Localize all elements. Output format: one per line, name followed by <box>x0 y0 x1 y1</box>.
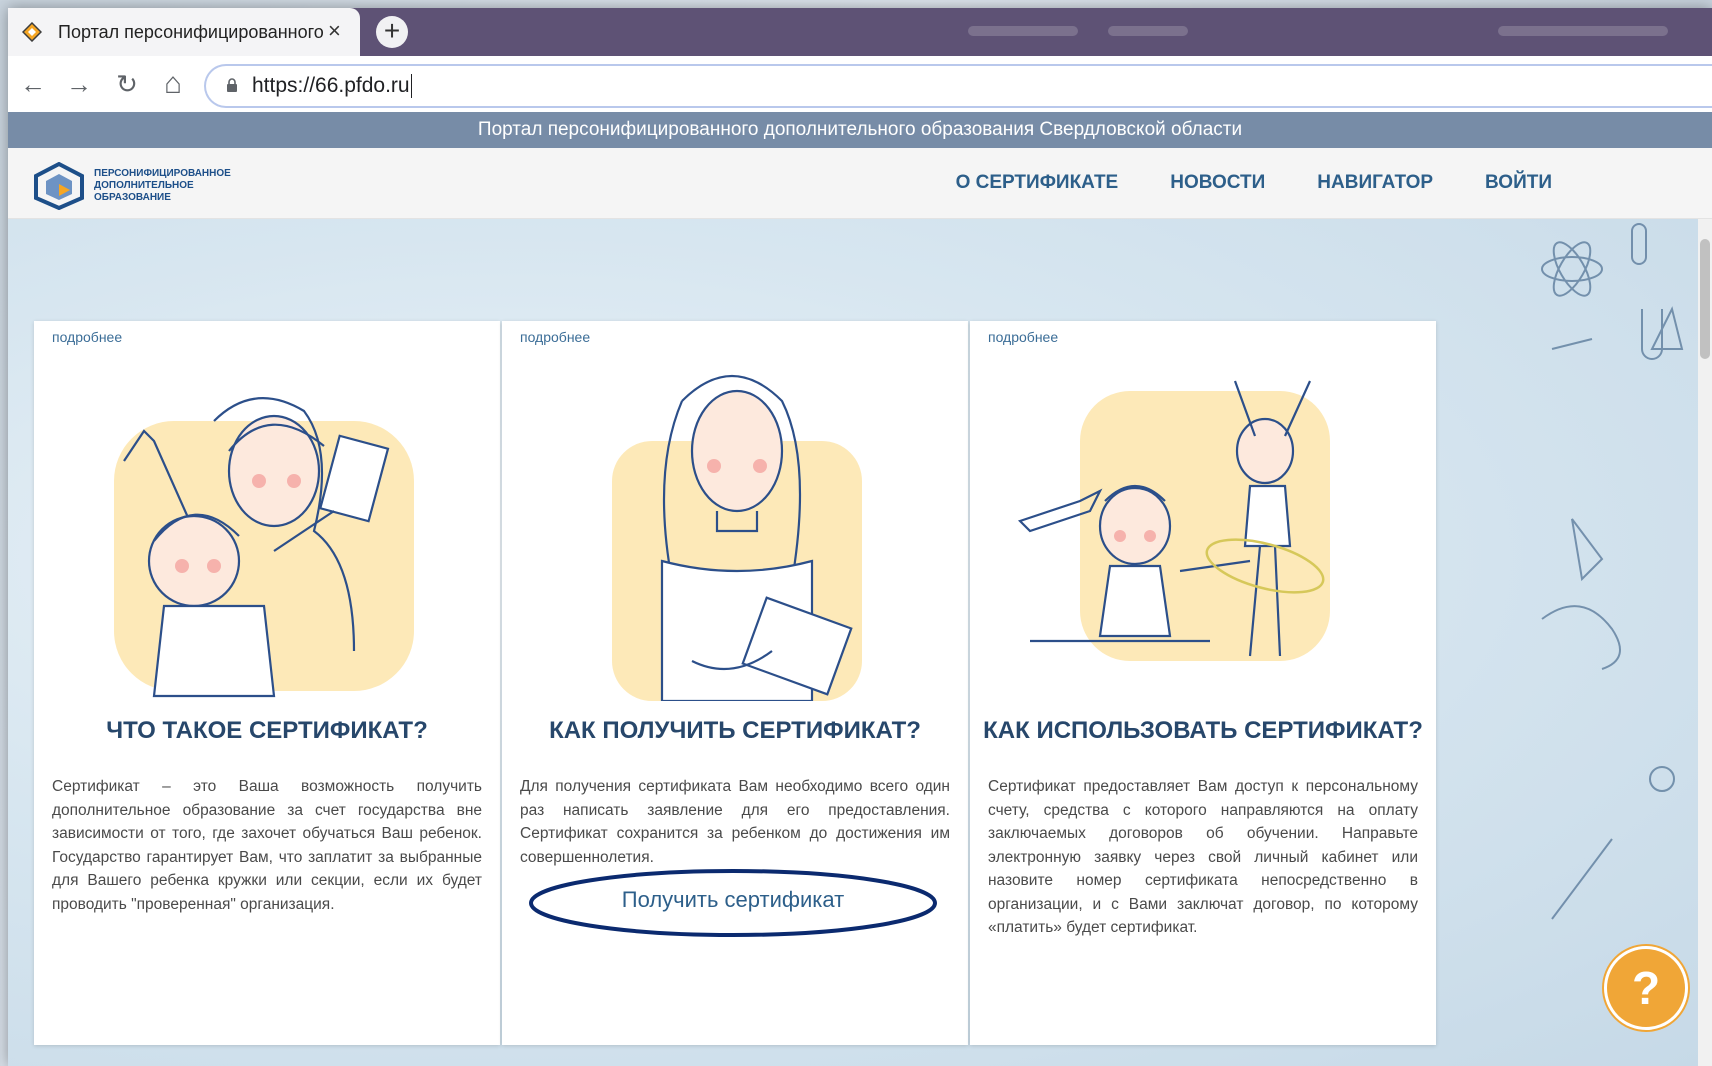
nav-news[interactable]: НОВОСТИ <box>1170 172 1265 194</box>
more-link[interactable]: подробнее <box>988 329 1058 345</box>
url-text[interactable]: https://66.pfdo.ru <box>252 74 412 98</box>
site-header: ПЕРСОНИФИЦИРОВАННОЕ ДОПОЛНИТЕЛЬНОЕ ОБРАЗ… <box>8 148 1712 219</box>
lock-icon <box>227 78 237 92</box>
science-doodles-decoration <box>1541 223 1684 1000</box>
more-link[interactable]: подробнее <box>52 329 122 345</box>
help-button[interactable]: ? <box>1604 946 1688 1030</box>
card-title: ЧТО ТАКОЕ СЕРТИФИКАТ? <box>106 717 428 744</box>
logo-emblem-icon <box>34 161 84 211</box>
nav-login[interactable]: ВОЙТИ <box>1485 172 1552 194</box>
logo-text: ПЕРСОНИФИЦИРОВАННОЕ ДОПОЛНИТЕЛЬНОЕ ОБРАЗ… <box>94 168 231 204</box>
browser-window: Портал персонифицированного × + ← → ↻ ⌂ … <box>8 8 1712 1066</box>
blurred-tab-strip-text <box>1108 26 1188 36</box>
main-nav: О СЕРТИФИКАТЕ НОВОСТИ НАВИГАТОР ВОЙТИ <box>956 172 1552 194</box>
card-text: Сертификат – это Ваша возможность получи… <box>52 778 482 913</box>
woman-writing-illustration <box>612 374 862 701</box>
scrollbar-thumb[interactable] <box>1700 239 1710 359</box>
get-certificate-button[interactable]: Получить сертификат <box>527 867 939 939</box>
get-certificate-label[interactable]: Получить сертификат <box>527 887 939 913</box>
site-logo[interactable]: ПЕРСОНИФИЦИРОВАННОЕ ДОПОЛНИТЕЛЬНОЕ ОБРАЗ… <box>32 161 282 211</box>
card-text: Для получения сертификата Вам необходимо… <box>520 778 950 866</box>
logo-line: ПЕРСОНИФИЦИРОВАННОЕ <box>94 168 231 179</box>
page-scrollbar[interactable] <box>1698 219 1712 1066</box>
children-hobbies-illustration <box>1017 380 1330 661</box>
browser-toolbar: ← → ↻ ⌂ https://66.pfdo.ru <box>8 56 1712 158</box>
reload-icon[interactable]: ↻ <box>112 70 142 100</box>
site-banner: Портал персонифицированного дополнительн… <box>8 112 1712 148</box>
close-tab-icon[interactable]: × <box>328 18 341 44</box>
tab-strip: Портал персонифицированного × + <box>8 8 1712 56</box>
page-content: подробнее ЧТО ТАКОЕ СЕРТИФИКАТ? Сертифик… <box>8 219 1712 1066</box>
back-icon[interactable]: ← <box>18 70 48 100</box>
card-title: КАК ПОЛУЧИТЬ СЕРТИФИКАТ? <box>549 717 921 744</box>
address-bar[interactable]: https://66.pfdo.ru <box>204 64 1712 108</box>
tab-title: Портал персонифицированного <box>58 22 324 42</box>
card-what-is-certificate: подробнее ЧТО ТАКОЕ СЕРТИФИКАТ? Сертифик… <box>34 321 500 1045</box>
logo-line: ДОПОЛНИТЕЛЬНОЕ <box>94 180 194 191</box>
forward-icon[interactable]: → <box>64 70 94 100</box>
nav-navigator[interactable]: НАВИГАТОР <box>1317 172 1433 194</box>
site-favicon-icon <box>22 22 42 42</box>
mother-and-child-illustration <box>114 397 414 698</box>
home-icon[interactable]: ⌂ <box>158 69 188 100</box>
browser-tab[interactable]: Портал персонифицированного × <box>8 8 360 56</box>
blurred-tab-strip-text <box>968 26 1078 36</box>
card-title: КАК ИСПОЛЬЗОВАТЬ СЕРТИФИКАТ? <box>983 717 1423 744</box>
card-text: Сертификат предоставляет Вам доступ к пе… <box>988 778 1418 936</box>
card-how-to-use-certificate: подробнее КАК ИСПОЛЬЗОВАТЬ СЕРТИФИКАТ? С… <box>970 321 1436 1045</box>
logo-line: ОБРАЗОВАНИЕ <box>94 192 171 203</box>
more-link[interactable]: подробнее <box>520 329 590 345</box>
nav-about-certificate[interactable]: О СЕРТИФИКАТЕ <box>956 172 1119 194</box>
new-tab-button[interactable]: + <box>376 16 408 48</box>
card-how-to-get-certificate: подробнее КАК ПОЛУЧИТЬ СЕРТИФИКАТ? Для п… <box>502 321 968 1045</box>
blurred-tab-strip-text <box>1498 26 1668 36</box>
